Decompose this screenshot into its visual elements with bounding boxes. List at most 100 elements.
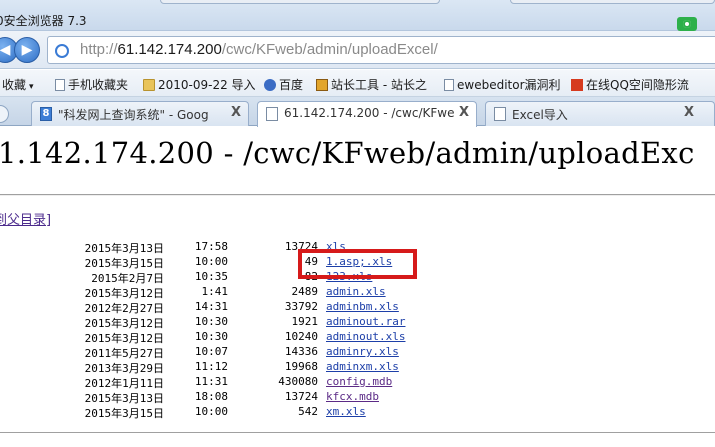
table-row: 2013年3月29日 11:12 19968 adminxm.xls — [0, 360, 715, 375]
file-size: 33792 — [284, 300, 318, 313]
table-row: 2015年3月15日 10:00 542 xm.xls — [0, 405, 715, 420]
file-link[interactable]: kfcx.mdb — [326, 390, 379, 403]
parent-directory-link[interactable]: 到父目录] — [0, 209, 51, 228]
file-time: 17:58 — [194, 240, 228, 253]
url-path: /cwc/KFweb/admin/uploadExcel/ — [221, 41, 438, 58]
file-date: 2015年3月12日 — [84, 317, 164, 330]
file-time: 10:00 — [194, 255, 228, 268]
window-title: 0安全浏览器 7.3 — [0, 14, 87, 28]
chevron-down-icon: ▾ — [29, 82, 34, 92]
tab-label: Excel导入 — [512, 108, 568, 122]
file-time: 10:07 — [194, 345, 228, 358]
file-date: 2015年3月13日 — [84, 392, 164, 405]
favorite-import-folder[interactable]: 2010-09-22 导入 — [143, 76, 256, 93]
file-date: 2015年3月15日 — [84, 407, 164, 420]
qq-icon — [571, 79, 583, 91]
table-row: 2011年5月27日 10:07 14336 adminry.xls — [0, 345, 715, 360]
file-link[interactable]: adminxm.xls — [326, 360, 399, 373]
file-size: 1921 — [291, 315, 319, 328]
tab-label: 61.142.174.200 - /cwc/KFweb — [284, 106, 454, 120]
tab-directory-listing[interactable]: 61.142.174.200 - /cwc/KFweb X — [257, 101, 477, 127]
favorite-mobile[interactable]: 手机收藏夹 — [55, 76, 128, 93]
divider — [0, 432, 715, 433]
camera-icon[interactable] — [677, 17, 697, 31]
url-scheme: http:// — [80, 41, 118, 58]
file-time: 11:31 — [194, 375, 228, 388]
baidu-paw-icon — [264, 79, 276, 91]
favorite-label: 2010-09-22 导入 — [158, 78, 256, 92]
favorites-menu[interactable]: 收藏 ▾ — [2, 76, 34, 93]
back-arrow-icon: ◀ — [0, 42, 11, 58]
file-date: 2015年3月13日 — [84, 242, 164, 255]
file-time: 14:31 — [194, 300, 228, 313]
tab-excel-import[interactable]: Excel导入 X — [485, 101, 715, 126]
file-size: 542 — [298, 405, 318, 418]
globe-icon — [55, 44, 69, 58]
file-link[interactable]: adminout.xls — [326, 330, 405, 343]
favorite-label: 站长工具 - 站长之 — [331, 78, 427, 92]
file-time: 10:00 — [194, 405, 228, 418]
favorite-label: 百度 — [279, 78, 304, 92]
favorite-ewebeditor[interactable]: ewebeditor漏洞利 — [444, 76, 561, 93]
forward-button[interactable]: ▶ — [14, 37, 40, 63]
file-link[interactable]: config.mdb — [326, 375, 392, 388]
file-date: 2011年5月27日 — [84, 347, 164, 360]
favorite-label: 手机收藏夹 — [68, 78, 129, 92]
table-row: 2015年3月12日 1:41 2489 admin.xls — [0, 285, 715, 300]
favorites-bar: 收藏 ▾ 手机收藏夹 2010-09-22 导入 百度 站长工具 - 站长之 ew… — [0, 70, 715, 97]
folder-icon — [143, 79, 155, 91]
file-link[interactable]: adminry.xls — [326, 345, 399, 358]
navigation-bar: ◀ ▶ http://61.142.174.200/cwc/KFweb/admi… — [0, 31, 715, 69]
close-icon[interactable]: X — [231, 105, 241, 120]
page-content: 1.142.174.200 - /cwc/KFweb/admin/uploadE… — [0, 127, 715, 447]
file-date: 2013年3月29日 — [84, 362, 164, 375]
page-icon — [494, 107, 506, 121]
close-icon[interactable]: X — [459, 105, 469, 120]
table-row: 2015年3月13日 18:08 13724 kfcx.mdb — [0, 390, 715, 405]
file-size: 13724 — [284, 390, 318, 403]
file-date: 2015年3月12日 — [84, 287, 164, 300]
file-date: 2015年2月7日 — [91, 272, 164, 285]
file-link[interactable]: adminout.rar — [326, 315, 405, 328]
toolbox-icon — [316, 79, 328, 91]
page-icon — [55, 79, 65, 91]
page-title: 1.142.174.200 - /cwc/KFweb/admin/uploadE… — [0, 136, 695, 170]
close-icon[interactable]: X — [684, 105, 694, 120]
file-date: 2012年2月27日 — [84, 302, 164, 315]
search-engine-icon: 8 — [40, 107, 52, 121]
address-bar[interactable]: http://61.142.174.200/cwc/KFweb/admin/up… — [47, 36, 715, 64]
favorite-label: 在线QQ空间隐形流 — [586, 78, 689, 92]
file-size: 14336 — [284, 345, 318, 358]
file-link[interactable]: admin.xls — [326, 285, 386, 298]
file-size: 430080 — [278, 375, 318, 388]
file-time: 10:35 — [194, 270, 228, 283]
forward-arrow-icon: ▶ — [21, 42, 33, 58]
table-row: 2015年3月12日 10:30 10240 adminout.xls — [0, 330, 715, 345]
title-bar: 0安全浏览器 7.3 — [0, 0, 715, 31]
window-tab-strip-right — [510, 0, 715, 4]
divider — [0, 194, 715, 196]
file-link[interactable]: xm.xls — [326, 405, 366, 418]
page-icon — [444, 79, 454, 91]
favorite-qq-space[interactable]: 在线QQ空间隐形流 — [571, 76, 689, 93]
table-row: 2012年2月27日 14:31 33792 adminbm.xls — [0, 300, 715, 315]
table-row: 2012年1月11日 11:31 430080 config.mdb — [0, 375, 715, 390]
file-size: 2489 — [291, 285, 319, 298]
favorite-label: ewebeditor漏洞利 — [457, 78, 561, 92]
favorite-baidu[interactable]: 百度 — [264, 76, 303, 93]
highlight-annotation-box — [298, 249, 417, 279]
file-date: 2015年3月12日 — [84, 332, 164, 345]
table-row: 2015年3月12日 10:30 1921 adminout.rar — [0, 315, 715, 330]
favorites-menu-label: 收藏 — [2, 78, 27, 92]
file-date: 2015年3月15日 — [84, 257, 164, 270]
favorite-webmaster-tools[interactable]: 站长工具 - 站长之 — [316, 76, 427, 93]
file-time: 11:12 — [194, 360, 228, 373]
window-tab-strip-left — [160, 0, 440, 4]
tab-google-search[interactable]: 8 "科发网上查询系统" - Goog X — [31, 101, 249, 126]
file-time: 1:41 — [201, 285, 229, 298]
file-link[interactable]: adminbm.xls — [326, 300, 399, 313]
new-tab-button[interactable] — [0, 105, 9, 123]
url-text[interactable]: http://61.142.174.200/cwc/KFweb/admin/up… — [80, 41, 438, 58]
tab-label: "科发网上查询系统" - Goog — [58, 108, 209, 122]
file-time: 18:08 — [194, 390, 228, 403]
